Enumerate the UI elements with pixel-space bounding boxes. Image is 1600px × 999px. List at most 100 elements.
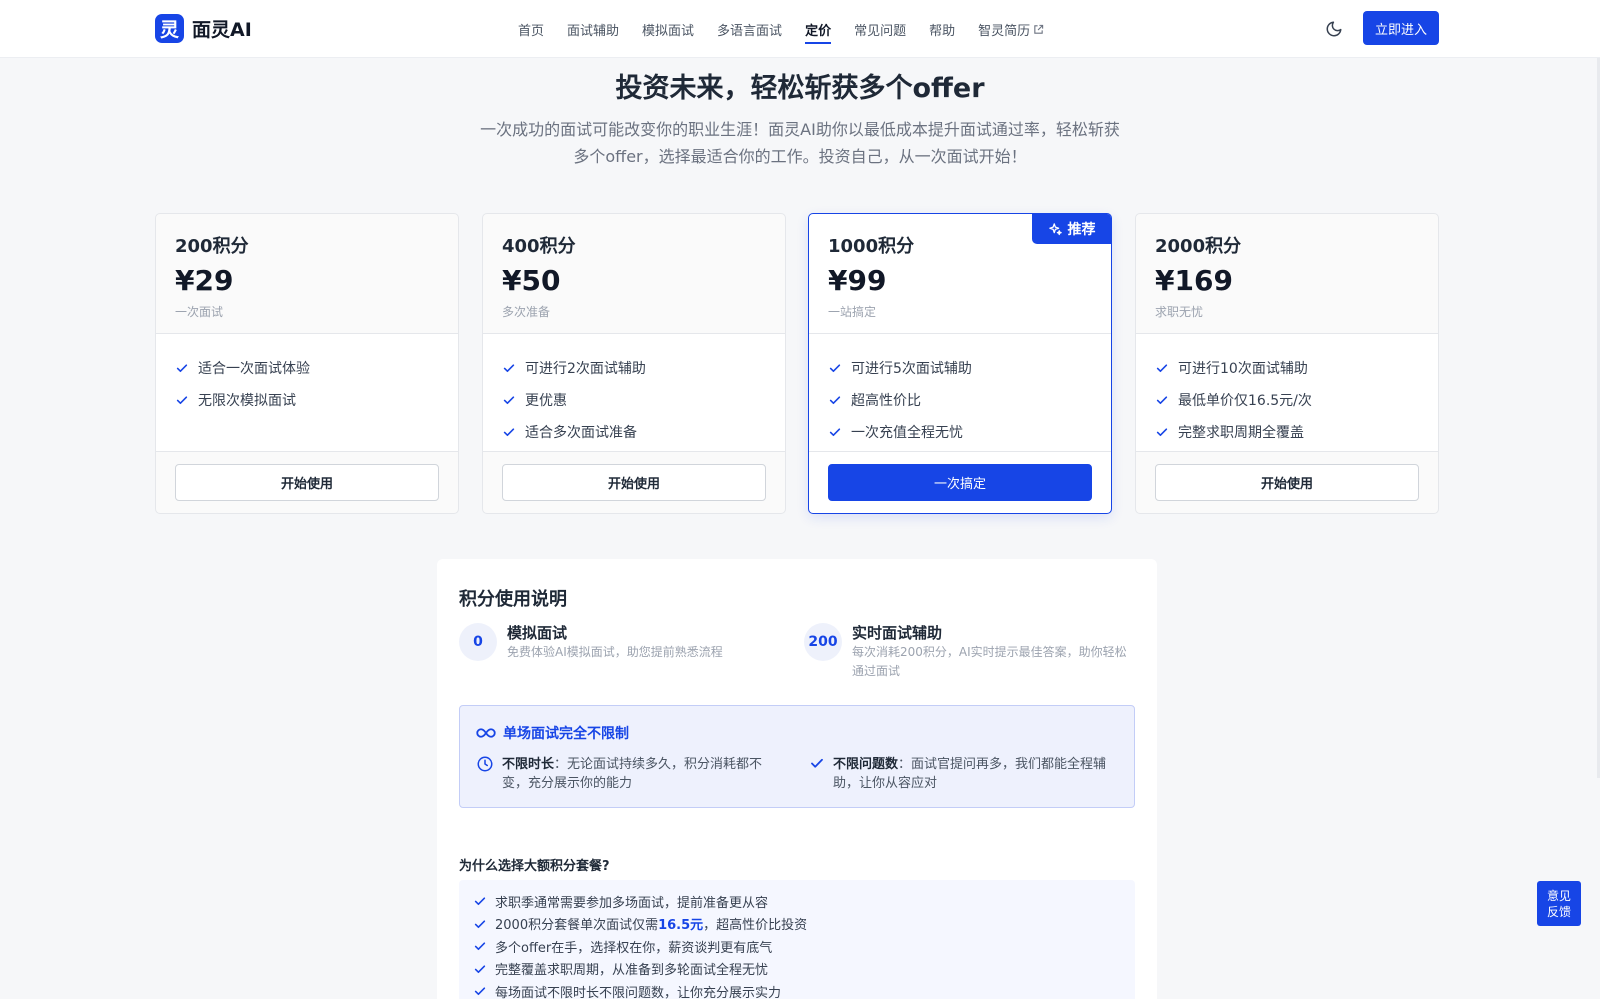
logo-text: 面灵AI <box>192 19 252 41</box>
why-item: 求职季通常需要参加多场面试，提前准备更从容 <box>473 890 1121 913</box>
feature-text: 一次充值全程无忧 <box>851 425 963 441</box>
unlimited-title: 单场面试完全不限制 <box>476 723 629 743</box>
check-icon <box>474 897 486 906</box>
why-item: 多个offer在手，选择权在你，薪资谈判更有底气 <box>473 935 1121 958</box>
start-button[interactable]: 开始使用 <box>175 464 439 501</box>
check-icon <box>176 396 188 405</box>
plan-features: 可进行2次面试辅助 更优惠 适合多次面试准备 <box>483 334 785 452</box>
why-title: 为什么选择大额积分套餐? <box>459 859 610 874</box>
plan-price: ¥50 <box>502 264 561 297</box>
top-header: 灵 面灵AI 首页 面试辅助 模拟面试 多语言面试 定价 常见问题 帮助 智灵简… <box>0 0 1600 58</box>
unlimited-label: 不限时长 <box>502 757 555 772</box>
plan-header: 200积分 ¥29 一次面试 <box>156 214 458 334</box>
check-icon <box>829 364 841 373</box>
nav-label: 帮助 <box>929 23 956 39</box>
why-item: 每场面试不限时长不限问题数，让你充分展示实力 <box>473 980 1121 999</box>
check-icon <box>503 396 515 405</box>
nav-multilingual[interactable]: 多语言面试 <box>717 0 782 58</box>
feedback-button[interactable]: 意见反馈 <box>1537 881 1581 926</box>
start-button[interactable]: 开始使用 <box>502 464 766 501</box>
nav-home[interactable]: 首页 <box>518 0 544 58</box>
plan-card-1000: 推荐 1000积分 ¥99 一站搞定 可进行5次面试辅助 超高性价比 一次充值全… <box>808 213 1112 514</box>
check-icon <box>1156 364 1168 373</box>
unlimited-label: 不限问题数 <box>833 757 899 772</box>
check-icon <box>1156 396 1168 405</box>
unlimited-title-text: 单场面试完全不限制 <box>503 726 629 742</box>
unlimited-duration: 不限时长：无论面试持续多久，积分消耗都不变，充分展示你的能力 <box>476 755 776 793</box>
nav-label: 面试辅助 <box>567 23 620 39</box>
credits-title: 积分使用说明 <box>459 589 567 610</box>
nav-label: 多语言面试 <box>717 23 783 39</box>
why-text-post: ，超高性价比投资 <box>703 918 808 934</box>
nav-faq[interactable]: 常见问题 <box>854 0 906 58</box>
usage-desc: 每次消耗200积分，AI实时提示最佳答案，助你轻松通过面试 <box>852 645 1127 678</box>
feature-item: 超高性价比 <box>828 384 1092 416</box>
start-button[interactable]: 开始使用 <box>1155 464 1419 501</box>
feature-text: 最低单价仅16.5元/次 <box>1178 393 1312 409</box>
feature-text: 完整求职周期全覆盖 <box>1178 425 1304 441</box>
plan-header: 400积分 ¥50 多次准备 <box>483 214 785 334</box>
feature-text: 超高性价比 <box>851 393 921 409</box>
check-icon <box>1156 428 1168 437</box>
plan-header: 2000积分 ¥169 求职无忧 <box>1136 214 1438 334</box>
feature-item: 无限次模拟面试 <box>175 384 439 416</box>
feature-item: 适合多次面试准备 <box>502 416 766 448</box>
plan-features: 适合一次面试体验 无限次模拟面试 <box>156 334 458 452</box>
external-link-icon <box>1034 24 1044 34</box>
plan-name: 400积分 <box>502 236 576 257</box>
usage-cost-badge: 200 <box>804 623 842 661</box>
usage-cost-badge: 0 <box>459 623 497 661</box>
feature-text: 适合多次面试准备 <box>525 425 637 441</box>
plan-tagline: 求职无忧 <box>1155 305 1204 319</box>
feature-item: 完整求职周期全覆盖 <box>1155 416 1419 448</box>
check-icon <box>474 920 486 928</box>
why-item: 完整覆盖求职周期，从准备到多轮面试全程无忧 <box>473 958 1121 981</box>
logo[interactable]: 灵 面灵AI <box>155 14 252 43</box>
why-highlight-price: 16.5元 <box>658 918 704 934</box>
enter-button[interactable]: 立即进入 <box>1363 11 1439 45</box>
feature-item: 可进行5次面试辅助 <box>828 352 1092 384</box>
feature-text: 可进行2次面试辅助 <box>525 361 646 377</box>
nav-interview-assist[interactable]: 面试辅助 <box>567 0 619 58</box>
feature-text: 可进行5次面试辅助 <box>851 361 972 377</box>
nav-mock-interview[interactable]: 模拟面试 <box>642 0 694 58</box>
nav-label: 定价 <box>805 23 832 39</box>
check-icon <box>176 364 188 373</box>
feature-item: 适合一次面试体验 <box>175 352 439 384</box>
feature-item: 一次充值全程无忧 <box>828 416 1092 448</box>
usage-desc: 免费体验AI模拟面试，助您提前熟悉流程 <box>507 645 723 659</box>
plan-tagline: 一次面试 <box>175 305 224 319</box>
infinity-icon <box>476 728 496 738</box>
why-text: 求职季通常需要参加多场面试，提前准备更从容 <box>495 895 769 911</box>
nav-resume[interactable]: 智灵简历 <box>978 0 1044 58</box>
plan-name: 200积分 <box>175 236 249 257</box>
check-icon <box>503 364 515 373</box>
plan-card-200: 200积分 ¥29 一次面试 适合一次面试体验 无限次模拟面试 开始使用 <box>155 213 459 514</box>
feature-item: 更优惠 <box>502 384 766 416</box>
feature-item: 可进行2次面试辅助 <box>502 352 766 384</box>
plan-features: 可进行5次面试辅助 超高性价比 一次充值全程无忧 <box>809 334 1111 452</box>
moon-icon <box>1326 21 1342 37</box>
clock-icon <box>477 756 493 772</box>
one-stop-button[interactable]: 一次搞定 <box>828 464 1092 501</box>
nav-help[interactable]: 帮助 <box>929 0 955 58</box>
check-icon <box>474 987 486 996</box>
why-item: 2000积分套餐单次面试仅需16.5元，超高性价比投资 <box>473 913 1121 936</box>
why-list: 求职季通常需要参加多场面试，提前准备更从容 2000积分套餐单次面试仅需16.5… <box>459 880 1135 999</box>
theme-toggle[interactable] <box>1322 17 1346 41</box>
why-text: 完整覆盖求职周期，从准备到多轮面试全程无忧 <box>495 963 769 979</box>
feature-item: 最低单价仅16.5元/次 <box>1155 384 1419 416</box>
feature-text: 可进行10次面试辅助 <box>1178 361 1308 377</box>
nav-label: 常见问题 <box>854 23 907 39</box>
nav-pricing[interactable]: 定价 <box>805 0 832 58</box>
check-icon <box>829 428 841 437</box>
page-title: 投资未来，轻松斩获多个offer <box>615 73 985 104</box>
plan-price: ¥29 <box>175 264 234 297</box>
check-icon <box>474 942 486 951</box>
plan-price: ¥169 <box>1155 264 1233 297</box>
plan-name: 2000积分 <box>1155 236 1242 257</box>
nav-label: 智灵简历 <box>978 23 1031 39</box>
why-text: 2000积分套餐单次面试仅需16.5元，超高性价比投资 <box>495 914 807 933</box>
plan-tagline: 多次准备 <box>502 305 551 319</box>
why-text: 每场面试不限时长不限问题数，让你充分展示实力 <box>495 985 782 999</box>
